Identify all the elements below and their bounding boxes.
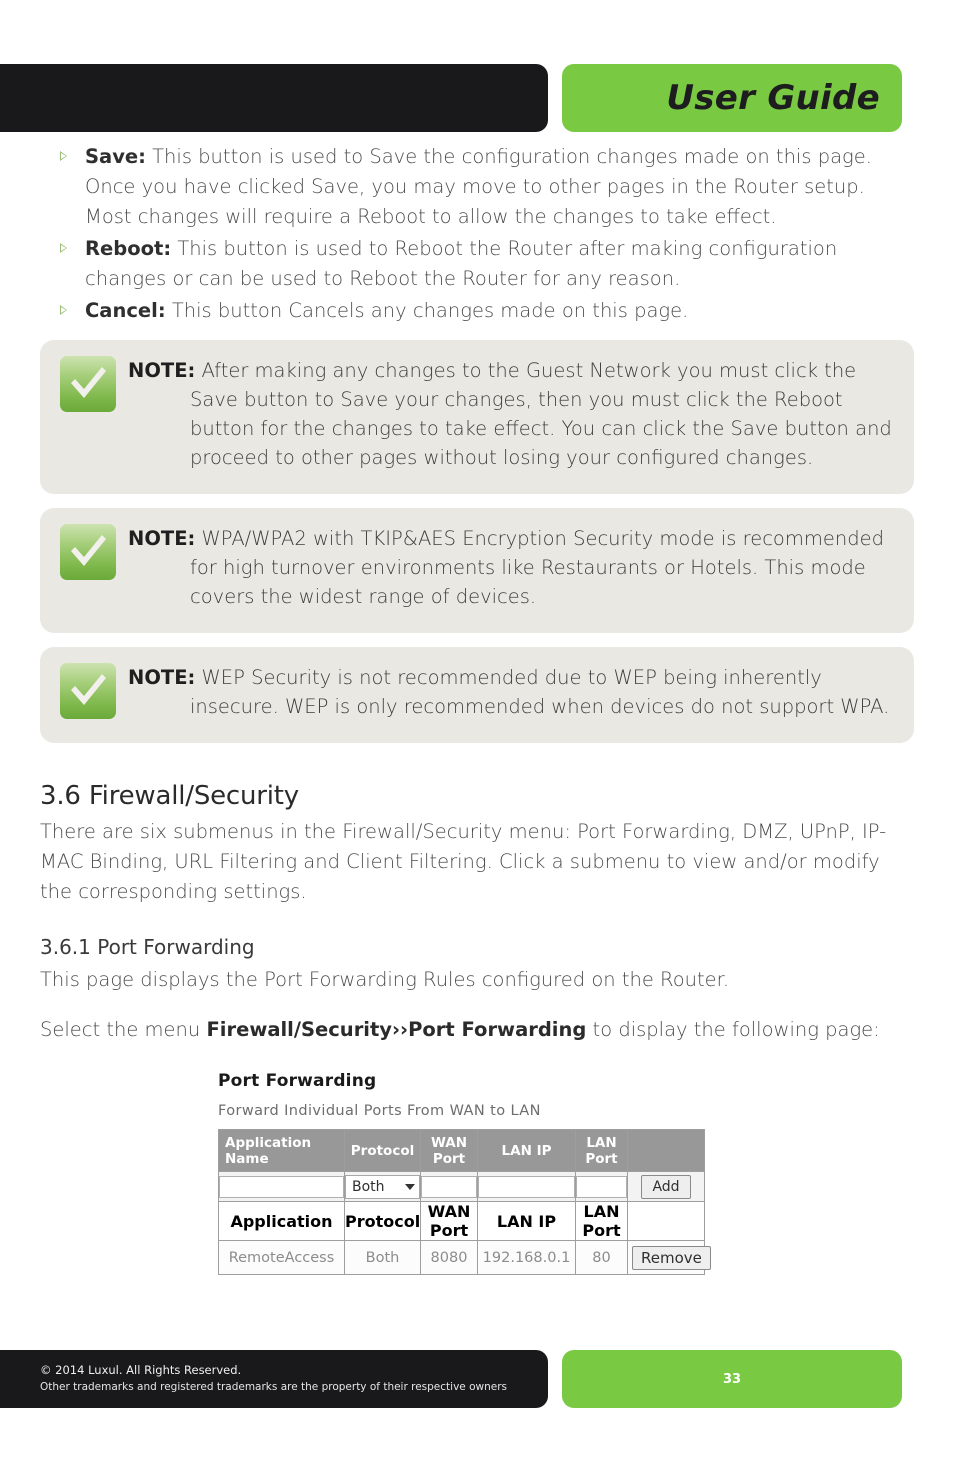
section-heading: 3.6 Firewall/Security: [40, 781, 299, 811]
footer-black-block: © 2014 Luxul. All Rights Reserved. Other…: [0, 1350, 548, 1408]
cell-lan-port: 80: [575, 1240, 628, 1275]
rules-header-row: Application Protocol WAN Port LAN IP LAN…: [218, 1201, 705, 1241]
subsection-heading: 3.6.1 Port Forwarding: [40, 935, 255, 959]
list-item: Reboot: This button is used to Reboot th…: [40, 234, 914, 294]
column-header-lan-port: LAN Port: [575, 1129, 628, 1172]
port-forwarding-screenshot: Port Forwarding Forward Individual Ports…: [218, 1071, 718, 1275]
triangle-bullet-icon: [60, 305, 67, 315]
wan-port-input[interactable]: [421, 1175, 477, 1198]
page-footer: © 2014 Luxul. All Rights Reserved. Other…: [0, 1350, 954, 1408]
cell-lan-port-input[interactable]: [575, 1171, 628, 1202]
column-header-action-2: [627, 1201, 705, 1241]
header-black-block: [0, 64, 548, 132]
cell-wan-port-input[interactable]: [420, 1171, 478, 1202]
menu-instruction: Select the menu Firewall/Security››Port …: [40, 1015, 914, 1045]
subsection-paragraph: This page displays the Port Forwarding R…: [40, 968, 730, 991]
menu-instruction-prefix: Select the menu: [40, 1018, 207, 1041]
list-item: Cancel: This button Cancels any changes …: [40, 296, 914, 326]
table-row: RemoteAccess Both 8080 192.168.0.1 80 Re…: [218, 1240, 711, 1275]
cell-protocol-select[interactable]: Both: [344, 1171, 421, 1202]
note-box: NOTE: After making any changes to the Gu…: [40, 340, 914, 494]
triangle-bullet-icon: [60, 151, 67, 161]
lan-ip-input[interactable]: [478, 1175, 575, 1198]
list-item-label: Reboot:: [85, 237, 172, 260]
list-item-label: Cancel:: [85, 299, 166, 322]
column-header-lan-ip-2: LAN IP: [477, 1201, 576, 1241]
add-rule-input-row: Both Add: [218, 1171, 705, 1202]
column-header-application: Application: [218, 1201, 345, 1241]
list-item: Save: This button is used to Save the co…: [40, 142, 914, 232]
cell-lan-ip: 192.168.0.1: [477, 1240, 576, 1275]
screenshot-title: Port Forwarding: [218, 1071, 377, 1091]
note-content: NOTE: WPA/WPA2 with TKIP&AES Encryption …: [128, 522, 894, 611]
cell-remove-button[interactable]: Remove: [627, 1240, 711, 1275]
screenshot-subtitle: Forward Individual Ports From WAN to LAN: [218, 1103, 541, 1119]
note-content: NOTE: WEP Security is not recommended du…: [128, 661, 894, 721]
lan-port-input[interactable]: [576, 1175, 627, 1198]
footer-green-block: 33: [562, 1350, 902, 1408]
check-icon: [60, 356, 116, 412]
menu-instruction-suffix: to display the following page:: [586, 1018, 880, 1041]
page-header: User Guide: [0, 64, 954, 132]
cell-protocol: Both: [344, 1240, 421, 1275]
note-box: NOTE: WPA/WPA2 with TKIP&AES Encryption …: [40, 508, 914, 633]
add-rule-header-row: Application Name Protocol WAN Port LAN I…: [218, 1129, 705, 1172]
column-header-action: [627, 1129, 705, 1172]
add-button[interactable]: Add: [641, 1174, 691, 1199]
page-number: 33: [722, 1371, 742, 1387]
cell-app-name-input[interactable]: [218, 1171, 345, 1202]
chevron-down-icon: [405, 1183, 415, 1190]
protocol-select[interactable]: Both: [345, 1174, 420, 1199]
note-box: NOTE: WEP Security is not recommended du…: [40, 647, 914, 743]
note-text: After making any changes to the Guest Ne…: [190, 359, 892, 469]
cell-lan-ip-input[interactable]: [477, 1171, 576, 1202]
port-forwarding-table: Application Name Protocol WAN Port LAN I…: [218, 1129, 711, 1275]
trademark-text: Other trademarks and registered trademar…: [40, 1381, 507, 1393]
column-header-wan-port: WAN Port: [420, 1129, 478, 1172]
column-header-protocol-2: Protocol: [344, 1201, 421, 1241]
triangle-bullet-icon: [60, 243, 67, 253]
application-name-input[interactable]: [219, 1175, 344, 1198]
note-content: NOTE: After making any changes to the Gu…: [128, 354, 894, 472]
protocol-select-value: Both: [352, 1178, 385, 1195]
note-label: NOTE:: [128, 359, 196, 382]
list-item-label: Save:: [85, 145, 146, 168]
check-icon: [60, 524, 116, 580]
column-header-lan-port-2: LAN Port: [575, 1201, 628, 1241]
copyright-text: © 2014 Luxul. All Rights Reserved.: [40, 1363, 242, 1377]
column-header-wan-port-2: WAN Port: [420, 1201, 478, 1241]
section-paragraph: There are six submenus in the Firewall/S…: [40, 820, 887, 903]
list-item-text: This button is used to Save the configur…: [85, 145, 872, 228]
menu-path: Firewall/Security››Port Forwarding: [206, 1018, 587, 1041]
column-header-protocol: Protocol: [344, 1129, 421, 1172]
page-title: User Guide: [666, 78, 880, 118]
column-header-lan-ip: LAN IP: [477, 1129, 576, 1172]
note-label: NOTE:: [128, 666, 196, 689]
note-label: NOTE:: [128, 527, 196, 550]
note-text: WEP Security is not recommended due to W…: [190, 666, 890, 718]
cell-application: RemoteAccess: [218, 1240, 345, 1275]
list-item-text: This button is used to Reboot the Router…: [85, 237, 838, 290]
list-item-text: This button Cancels any changes made on …: [165, 299, 689, 322]
cell-add-button[interactable]: Add: [627, 1171, 705, 1202]
page-content: Save: This button is used to Save the co…: [40, 142, 914, 1275]
header-green-block: User Guide: [562, 64, 902, 132]
column-header-application-name: Application Name: [218, 1129, 345, 1172]
check-icon: [60, 663, 116, 719]
cell-wan-port: 8080: [420, 1240, 478, 1275]
button-description-list: Save: This button is used to Save the co…: [40, 142, 914, 326]
note-text: WPA/WPA2 with TKIP&AES Encryption Securi…: [190, 527, 884, 608]
remove-button[interactable]: Remove: [632, 1245, 711, 1270]
